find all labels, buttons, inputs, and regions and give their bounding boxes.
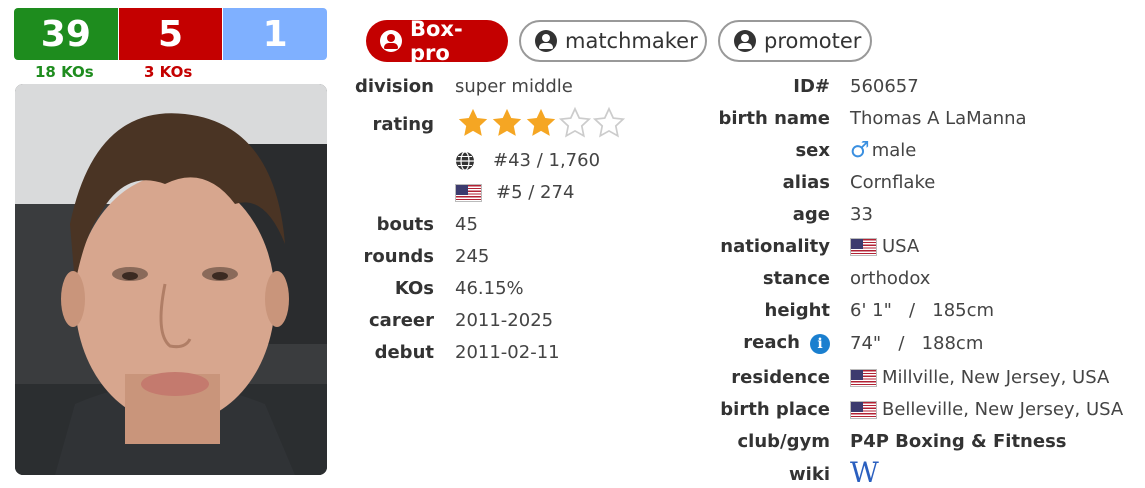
user-icon [535,30,557,52]
residence-text: Millville, New Jersey, USA [882,367,1110,388]
kos-label: KOs [394,278,434,299]
star-empty-icon [558,106,592,138]
alias-value: Cornflake [850,172,936,193]
country-rank[interactable]: #5 / 274 [455,182,574,203]
role-label: promoter [764,29,862,53]
star-filled-icon [492,108,522,136]
nationality-text: USA [882,236,920,257]
sex-label: sex [795,140,830,161]
world-rank-text: #43 / 1,760 [493,150,601,171]
age-label: age [792,204,830,225]
role-label: matchmaker [565,29,698,53]
record-summary: 39 5 1 [14,8,328,60]
usa-flag-icon [850,368,877,387]
wikipedia-icon[interactable]: W [850,456,879,488]
user-icon [734,30,756,52]
division-label: division [354,76,434,97]
role-tab-matchmaker[interactable]: matchmaker [519,20,707,62]
stance-value: orthodox [850,268,931,289]
bouts-label: bouts [376,214,434,235]
role-tab-box-pro[interactable]: Box-pro [366,17,508,65]
reach-label: reach i [743,332,830,354]
sex-text: male [871,140,917,161]
id-label: ID# [793,76,830,97]
rounds-label: rounds [363,246,434,267]
nationality-label: nationality [720,236,830,257]
division-value[interactable]: super middle [455,76,573,97]
globe-icon [456,150,474,171]
alias-label: alias [782,172,830,193]
birth-place-value[interactable]: Belleville, New Jersey, USA [850,399,1123,420]
height-value: 6' 1" / 185cm [850,300,995,321]
reach-label-text: reach [743,332,800,353]
win-kos: 18 KOs [35,63,94,81]
career-label: career [369,310,434,331]
boxer-photo [15,84,327,475]
wins-count: 39 [14,8,118,60]
debut-label: debut [374,342,434,363]
usa-flag-icon [850,400,877,419]
club-label: club/gym [737,431,831,452]
rating-stars [456,106,626,140]
star-filled-icon [526,108,556,136]
world-rank[interactable]: #43 / 1,760 [455,150,600,171]
usa-flag-icon [455,183,482,202]
kos-value: 46.15% [455,278,524,299]
draws-count: 1 [223,8,328,60]
stance-label: stance [762,268,830,289]
residence-value[interactable]: Millville, New Jersey, USA [850,367,1109,388]
user-icon [380,30,402,52]
residence-label: residence [731,367,830,388]
club-link[interactable]: P4P Boxing & Fitness [850,431,1067,452]
star-empty-icon [592,106,626,138]
birth-name-label: birth name [718,108,830,129]
usa-flag-icon [850,237,877,256]
wiki-label: wiki [789,464,830,485]
rounds-value: 245 [455,246,490,267]
role-tab-promoter[interactable]: promoter [718,20,872,62]
id-value: 560657 [850,76,919,97]
bouts-value: 45 [455,214,478,235]
career-value: 2011-2025 [455,310,554,331]
birth-name-value: Thomas A LaManna [850,108,1027,129]
loss-kos: 3 KOs [144,63,193,81]
star-filled-icon [458,108,488,136]
reach-value: 74" / 188cm [850,333,984,354]
nationality-value[interactable]: USA [850,236,919,257]
male-icon: ♂ [850,138,870,163]
losses-count: 5 [118,8,223,60]
birth-place-text: Belleville, New Jersey, USA [882,399,1124,420]
sex-value: ♂ male [850,138,916,163]
country-rank-text: #5 / 274 [496,182,575,203]
debut-value: 2011-02-11 [455,342,560,363]
info-icon[interactable]: i [810,334,830,354]
birth-place-label: birth place [720,399,830,420]
height-label: height [764,300,831,321]
age-value: 33 [850,204,873,225]
rating-label: rating [372,114,435,135]
role-label: Box-pro [410,17,463,65]
